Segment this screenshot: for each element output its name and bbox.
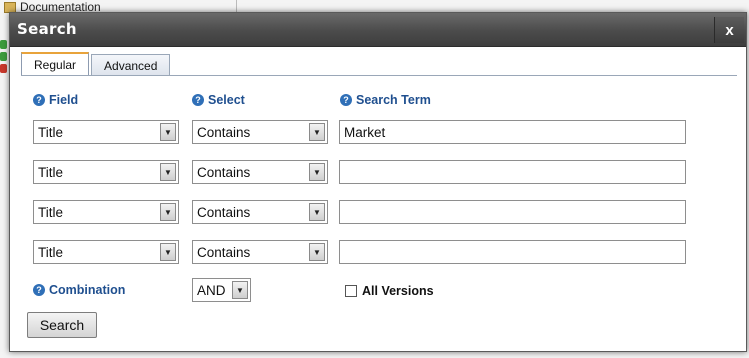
dialog-titlebar[interactable]: Search x <box>10 13 746 47</box>
search-term-input[interactable] <box>339 240 686 264</box>
field-select[interactable]: Title ▼ <box>33 200 179 224</box>
operator-select[interactable]: Contains ▼ <box>192 160 328 184</box>
chevron-down-icon[interactable]: ▼ <box>309 243 325 261</box>
tab-divider <box>21 75 737 76</box>
red-status-icon <box>0 64 7 73</box>
chevron-down-icon[interactable]: ▼ <box>309 163 325 181</box>
combination-select[interactable]: AND ▼ <box>192 278 251 302</box>
help-icon[interactable]: ? <box>33 284 45 296</box>
tab-advanced-label: Advanced <box>104 58 158 73</box>
combination-label-text: Combination <box>49 283 126 297</box>
chevron-down-icon[interactable]: ▼ <box>309 123 325 141</box>
chevron-down-icon[interactable]: ▼ <box>160 123 176 141</box>
search-tabs: Regular Advanced <box>21 52 172 76</box>
field-select-value: Title <box>38 164 64 180</box>
field-select[interactable]: Title ▼ <box>33 120 179 144</box>
search-term-header: ? Search Term <box>340 92 431 108</box>
operator-select-value: Contains <box>197 204 251 220</box>
search-term-input[interactable] <box>339 200 686 224</box>
field-header-label: Field <box>49 93 79 107</box>
close-icon: x <box>725 21 734 39</box>
field-select-value: Title <box>38 204 64 220</box>
combination-select-value: AND <box>197 282 226 298</box>
all-versions-label: All Versions <box>362 284 434 298</box>
close-button[interactable]: x <box>714 17 744 43</box>
search-button-label: Search <box>39 317 85 333</box>
help-icon[interactable]: ? <box>340 94 352 106</box>
field-select[interactable]: Title ▼ <box>33 240 179 264</box>
search-term-input[interactable] <box>339 160 686 184</box>
green-status-icon <box>0 52 7 61</box>
field-header: ? Field <box>33 92 78 108</box>
tab-regular-label: Regular <box>34 58 77 72</box>
tab-advanced[interactable]: Advanced <box>91 54 171 76</box>
chevron-down-icon[interactable]: ▼ <box>232 281 248 299</box>
help-icon[interactable]: ? <box>192 94 204 106</box>
all-versions-checkbox[interactable] <box>345 285 357 297</box>
operator-select-value: Contains <box>197 164 251 180</box>
tab-regular[interactable]: Regular <box>21 52 90 76</box>
chevron-down-icon[interactable]: ▼ <box>309 203 325 221</box>
select-header-label: Select <box>208 93 245 107</box>
search-term-header-label: Search Term <box>356 93 431 107</box>
chevron-down-icon[interactable]: ▼ <box>160 203 176 221</box>
operator-select-value: Contains <box>197 124 251 140</box>
operator-select[interactable]: Contains ▼ <box>192 200 328 224</box>
search-term-input[interactable] <box>339 120 686 144</box>
select-header: ? Select <box>192 92 245 108</box>
combination-label: ? Combination <box>33 283 125 297</box>
operator-select[interactable]: Contains ▼ <box>192 240 328 264</box>
help-icon[interactable]: ? <box>33 94 45 106</box>
field-select[interactable]: Title ▼ <box>33 160 179 184</box>
all-versions-option[interactable]: All Versions <box>345 284 434 298</box>
field-select-value: Title <box>38 244 64 260</box>
search-button[interactable]: Search <box>27 312 97 338</box>
green-status-icon <box>0 40 7 49</box>
operator-select[interactable]: Contains ▼ <box>192 120 328 144</box>
background-side-icons <box>0 40 8 76</box>
dialog-title: Search <box>17 20 77 38</box>
field-select-value: Title <box>38 124 64 140</box>
operator-select-value: Contains <box>197 244 251 260</box>
chevron-down-icon[interactable]: ▼ <box>160 243 176 261</box>
chevron-down-icon[interactable]: ▼ <box>160 163 176 181</box>
folder-icon <box>4 1 16 13</box>
